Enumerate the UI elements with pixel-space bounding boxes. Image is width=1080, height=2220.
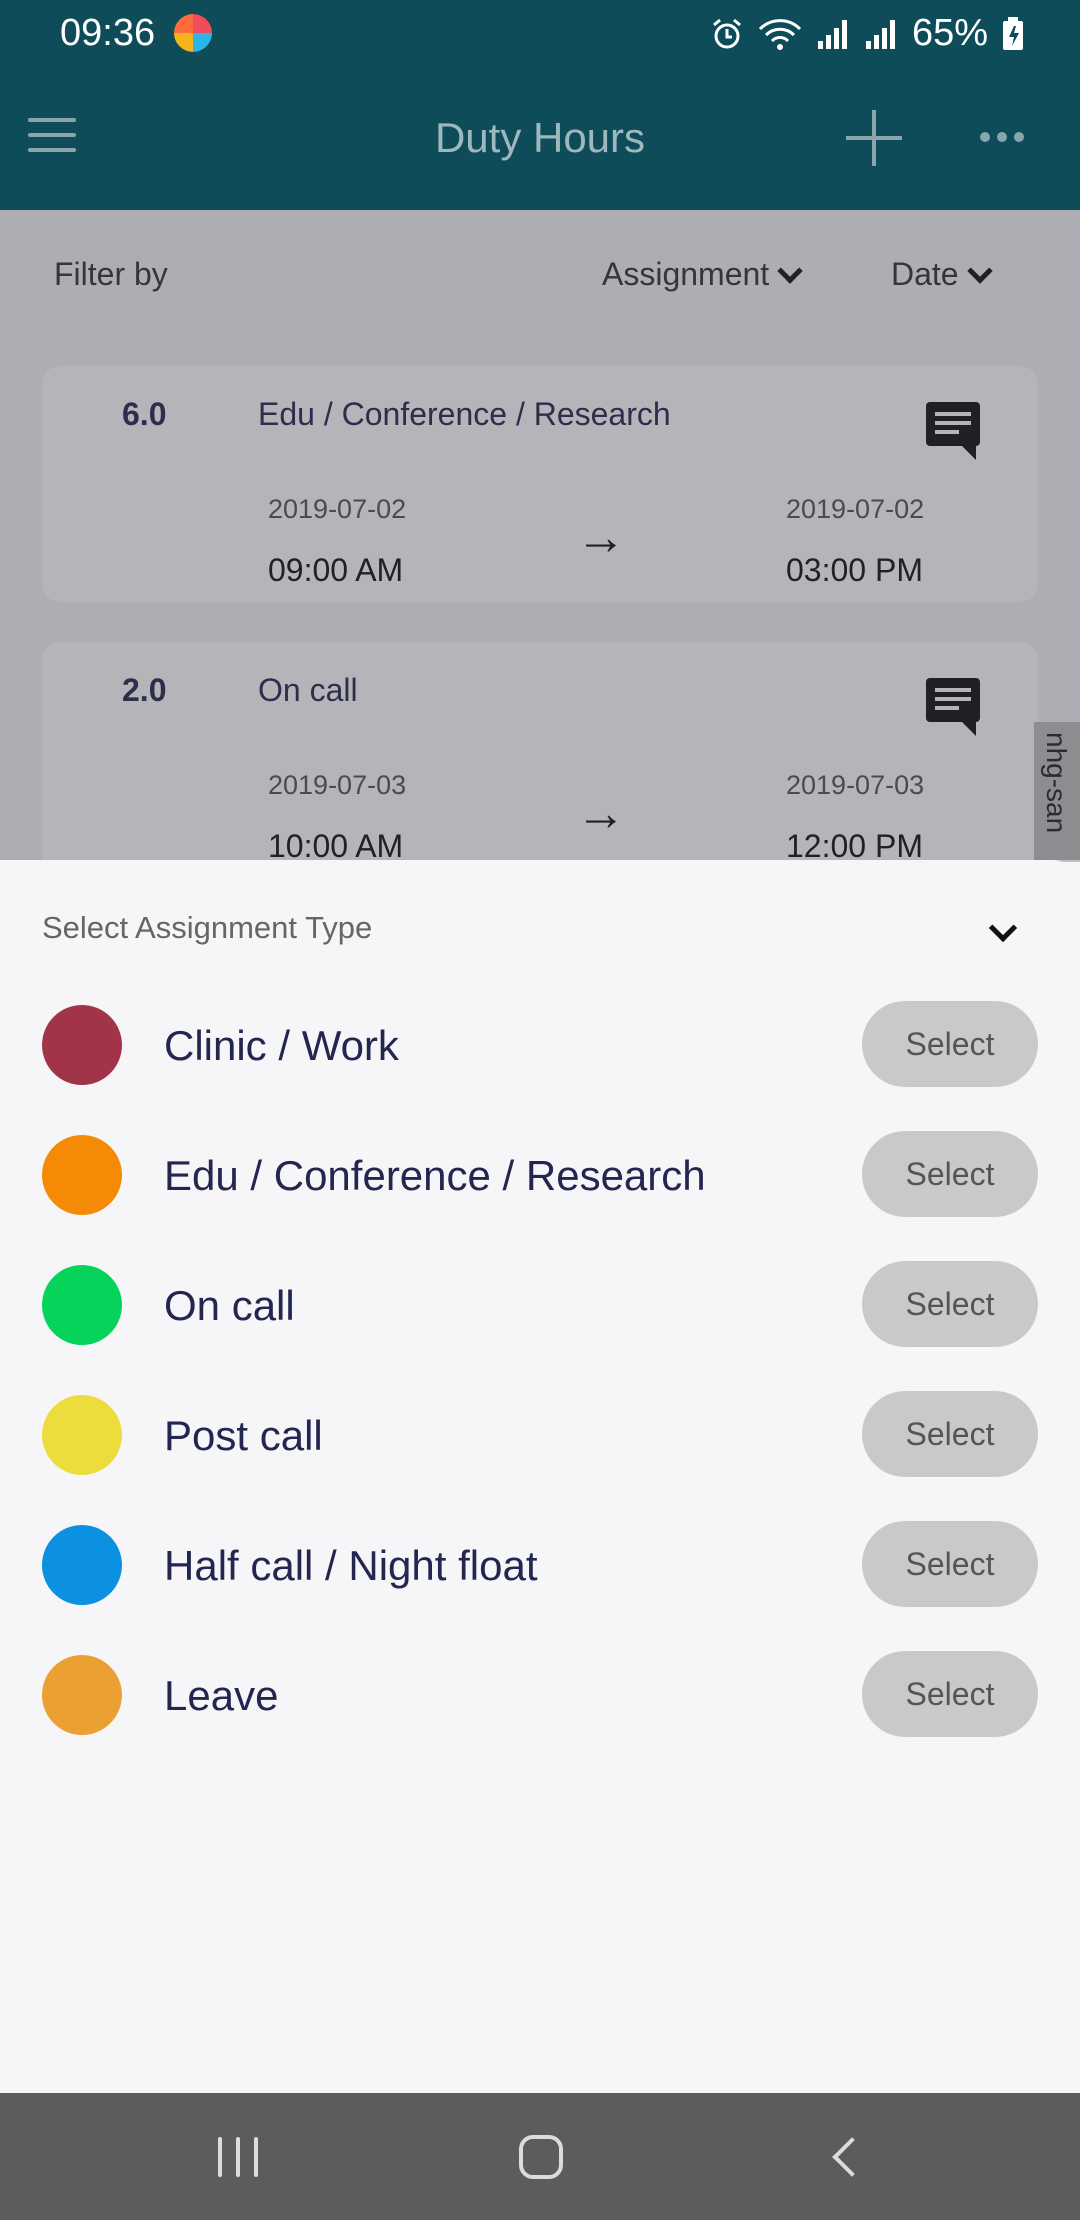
battery-icon [1003, 16, 1023, 50]
alarm-icon [712, 18, 741, 48]
system-nav-bar [0, 2093, 1080, 2220]
app-notification-icon [174, 14, 212, 52]
more-options-icon[interactable] [980, 132, 1024, 144]
status-icons: 65% [710, 12, 1024, 55]
color-dot [42, 1265, 122, 1345]
status-bar: 09:36 65% [0, 0, 1080, 66]
signal-icon [817, 19, 847, 49]
option-leave[interactable]: Leave Select [0, 1634, 1080, 1764]
option-label: Clinic / Work [164, 1022, 399, 1069]
color-dot [42, 1005, 122, 1085]
select-button[interactable]: Select [862, 1651, 1038, 1737]
option-label: Edu / Conference / Research [164, 1152, 706, 1199]
color-dot [42, 1655, 122, 1735]
option-clinic-work[interactable]: Clinic / Work Select [0, 984, 1080, 1114]
color-dot [42, 1135, 122, 1215]
option-label: Leave [164, 1672, 279, 1719]
back-icon[interactable] [832, 2137, 872, 2177]
signal-icon-2 [865, 19, 895, 49]
color-dot [42, 1395, 122, 1475]
collapse-chevron-icon[interactable] [988, 913, 1018, 943]
status-time: 09:36 [60, 12, 156, 54]
page-title: Duty Hours [434, 114, 646, 161]
select-button[interactable]: Select [862, 1261, 1038, 1347]
option-label: On call [164, 1282, 295, 1329]
option-label: Post call [164, 1412, 323, 1459]
app-bar: Duty Hours [0, 66, 1080, 210]
add-entry-icon[interactable] [846, 110, 902, 166]
select-button[interactable]: Select [862, 1131, 1038, 1217]
assignment-type-sheet: Select Assignment Type Clinic / Work Sel… [0, 860, 1080, 2093]
select-button[interactable]: Select [862, 1521, 1038, 1607]
recents-icon[interactable] [218, 2137, 258, 2177]
option-half-call-night-float[interactable]: Half call / Night float Select [0, 1504, 1080, 1634]
sheet-title: Select Assignment Type [42, 910, 373, 945]
select-button[interactable]: Select [862, 1001, 1038, 1087]
battery-percent: 65% [911, 12, 988, 54]
select-button[interactable]: Select [862, 1391, 1038, 1477]
option-label: Half call / Night float [164, 1542, 538, 1589]
option-on-call[interactable]: On call Select [0, 1244, 1080, 1374]
wifi-icon [758, 18, 802, 50]
home-icon[interactable] [519, 2135, 563, 2179]
option-post-call[interactable]: Post call Select [0, 1374, 1080, 1504]
modal-scrim[interactable] [0, 210, 1080, 860]
color-dot [42, 1525, 122, 1605]
option-edu-conference-research[interactable]: Edu / Conference / Research Select [0, 1114, 1080, 1244]
